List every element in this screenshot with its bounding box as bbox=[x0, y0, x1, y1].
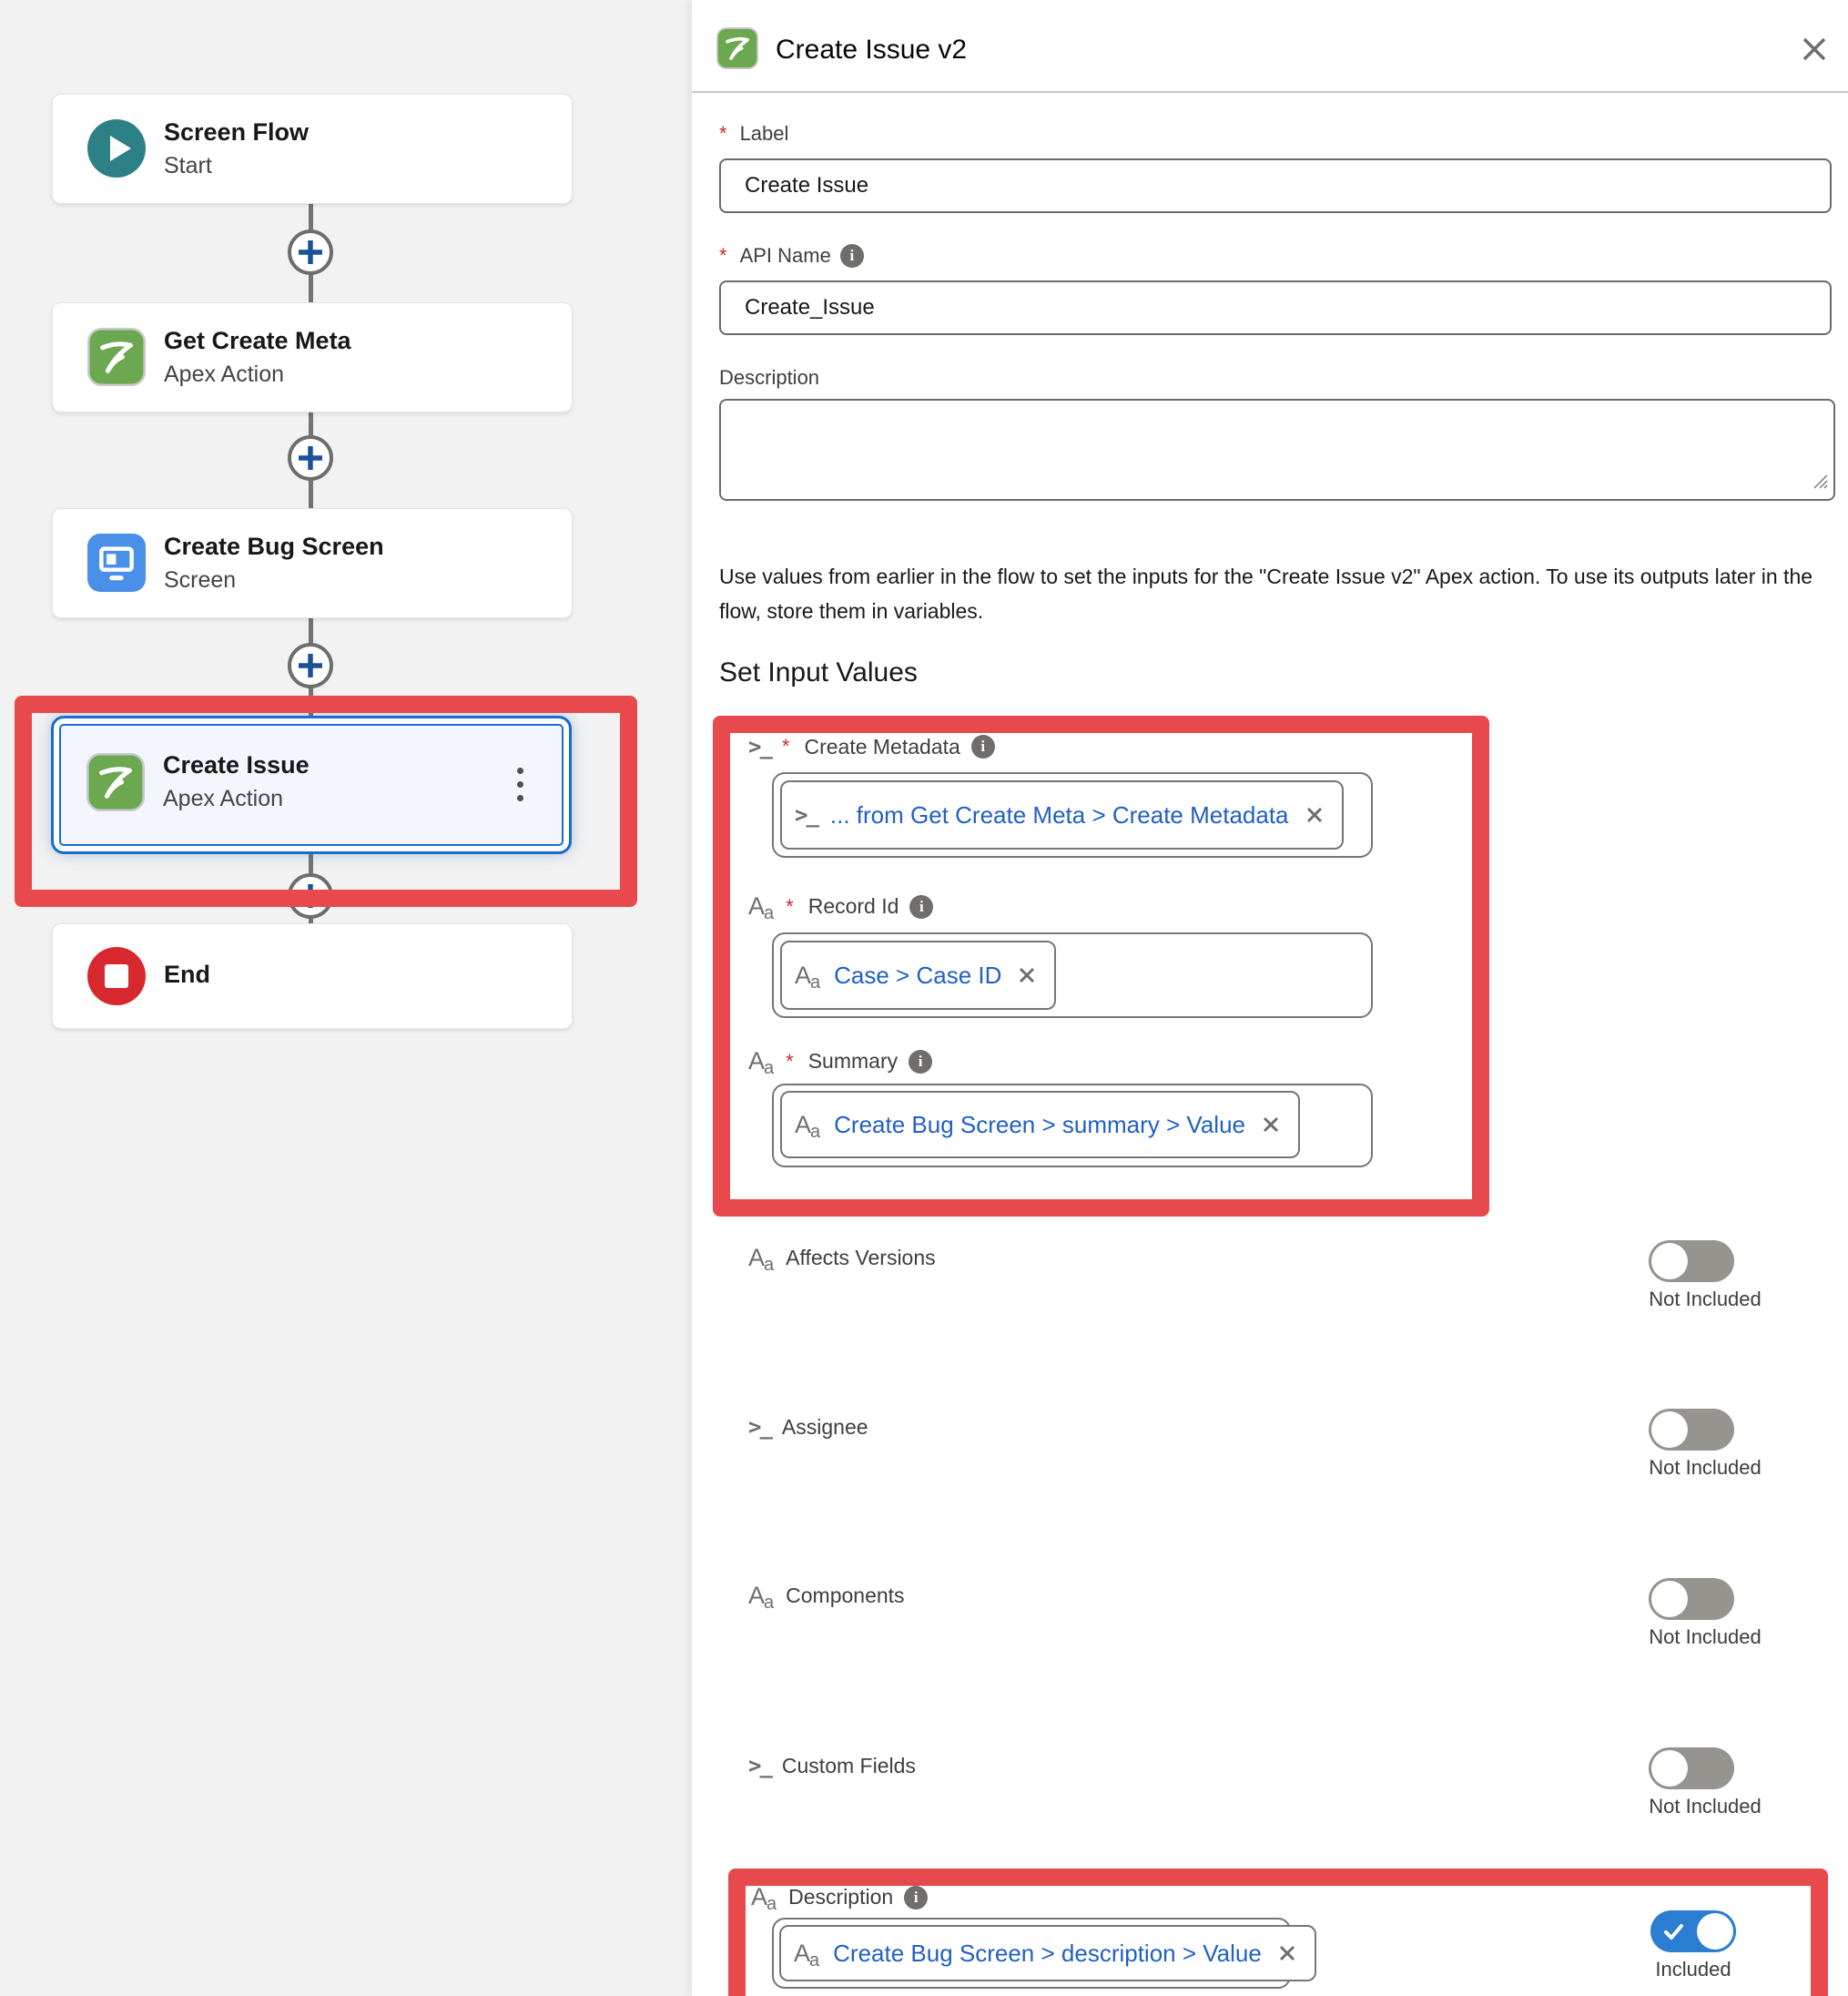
remove-value-icon[interactable] bbox=[1258, 1112, 1284, 1137]
resize-grip-icon[interactable] bbox=[1811, 472, 1829, 494]
node-title: Screen Flow bbox=[164, 118, 309, 147]
add-element-button-2[interactable] bbox=[287, 434, 334, 482]
text-type-icon: Aa bbox=[748, 1246, 775, 1270]
required-asterisk: * bbox=[786, 1050, 794, 1074]
flow-node-create-issue-selected[interactable]: Create Issue Apex Action bbox=[51, 716, 572, 854]
description-textarea[interactable] bbox=[719, 399, 1835, 501]
info-icon[interactable]: i bbox=[909, 895, 933, 919]
panel-title: Create Issue v2 bbox=[776, 35, 967, 66]
input-row-label-create-metadata: >_ * Create Metadata i bbox=[748, 734, 995, 759]
text-type-icon: Aa bbox=[795, 1113, 821, 1137]
info-icon[interactable]: i bbox=[904, 1886, 928, 1909]
node-title: Get Create Meta bbox=[164, 327, 351, 355]
kebab-icon bbox=[517, 768, 523, 774]
toggle-state-label: Not Included bbox=[1628, 1795, 1782, 1818]
remove-value-icon[interactable] bbox=[1274, 1940, 1300, 1966]
node-title: Create Bug Screen bbox=[164, 533, 384, 561]
required-asterisk: * bbox=[719, 244, 727, 268]
required-asterisk: * bbox=[719, 122, 727, 146]
close-icon[interactable] bbox=[1795, 31, 1833, 69]
node-subtitle: Start bbox=[164, 153, 212, 179]
add-element-button-3[interactable] bbox=[287, 642, 334, 689]
input-row-label-custom-fields: >_ Custom Fields bbox=[748, 1753, 916, 1778]
text-type-icon: Aa bbox=[795, 963, 821, 988]
plus-icon bbox=[287, 872, 334, 920]
add-element-button-1[interactable] bbox=[287, 229, 334, 276]
toggle-state-label: Included bbox=[1616, 1958, 1771, 1981]
add-element-button-4[interactable] bbox=[287, 872, 334, 920]
resource-pill-create-metadata[interactable]: >_ ... from Get Create Meta > Create Met… bbox=[780, 780, 1344, 850]
toggle-state-label: Not Included bbox=[1628, 1625, 1782, 1649]
flow-node-start[interactable]: Screen Flow Start bbox=[52, 94, 573, 204]
help-text: Use values from earlier in the flow to s… bbox=[719, 559, 1837, 628]
resource-pill-record-id[interactable]: Aa Case > Case ID bbox=[780, 941, 1056, 1010]
node-title: End bbox=[164, 961, 210, 989]
label-input[interactable] bbox=[719, 158, 1832, 213]
toggle-description[interactable] bbox=[1650, 1910, 1736, 1952]
apex-type-icon: >_ bbox=[748, 1414, 771, 1440]
toggle-affects-versions[interactable] bbox=[1649, 1240, 1734, 1282]
screen-icon bbox=[87, 534, 146, 592]
input-row-label-record-id: Aa * Record Id i bbox=[748, 894, 933, 919]
resource-pill-description[interactable]: Aa Create Bug Screen > description > Val… bbox=[779, 1925, 1316, 1981]
text-type-icon: Aa bbox=[748, 1049, 775, 1074]
input-row-label-components: Aa Components bbox=[748, 1584, 905, 1608]
apex-type-icon: >_ bbox=[748, 1753, 771, 1778]
flow-canvas: Screen Flow Start Get Create Meta Apex A… bbox=[0, 0, 692, 1996]
resource-pill-summary[interactable]: Aa Create Bug Screen > summary > Value bbox=[780, 1091, 1300, 1158]
node-subtitle: Screen bbox=[164, 567, 236, 594]
node-subtitle: Apex Action bbox=[163, 786, 283, 812]
zephyr-icon bbox=[86, 753, 145, 811]
plus-icon bbox=[287, 642, 334, 689]
description-field-label: Description bbox=[719, 366, 819, 390]
input-row-label-affects-versions: Aa Affects Versions bbox=[748, 1246, 936, 1270]
node-title: Create Issue bbox=[163, 751, 310, 779]
input-row-label-description: Aa Description i bbox=[751, 1885, 928, 1909]
toggle-state-label: Not Included bbox=[1628, 1288, 1782, 1311]
flow-node-create-bug-screen[interactable]: Create Bug Screen Screen bbox=[52, 508, 573, 618]
zephyr-icon bbox=[716, 27, 758, 74]
flow-builder: Screen Flow Start Get Create Meta Apex A… bbox=[0, 0, 1848, 1996]
node-subtitle: Apex Action bbox=[164, 362, 284, 388]
toggle-assignee[interactable] bbox=[1649, 1409, 1734, 1451]
config-panel: Create Issue v2 * Label * API Name i Des… bbox=[692, 0, 1848, 1996]
apex-type-icon: >_ bbox=[795, 802, 817, 828]
info-icon[interactable]: i bbox=[971, 735, 995, 759]
section-heading: Set Input Values bbox=[719, 657, 918, 688]
header-divider bbox=[692, 91, 1848, 93]
info-icon[interactable]: i bbox=[909, 1050, 932, 1074]
info-icon[interactable]: i bbox=[840, 244, 864, 268]
toggle-custom-fields[interactable] bbox=[1649, 1747, 1734, 1789]
node-menu-button[interactable] bbox=[513, 764, 527, 805]
input-row-label-assignee: >_ Assignee bbox=[748, 1414, 868, 1440]
toggle-components[interactable] bbox=[1649, 1578, 1734, 1620]
text-type-icon: Aa bbox=[794, 1941, 820, 1966]
remove-value-icon[interactable] bbox=[1014, 962, 1040, 988]
flow-node-get-create-meta[interactable]: Get Create Meta Apex Action bbox=[52, 302, 573, 412]
remove-value-icon[interactable] bbox=[1302, 802, 1327, 828]
required-asterisk: * bbox=[786, 895, 794, 919]
play-icon bbox=[87, 119, 146, 178]
api-name-field-label: * API Name i bbox=[719, 244, 864, 268]
zephyr-icon bbox=[87, 328, 146, 386]
flow-node-end[interactable]: End bbox=[52, 923, 573, 1029]
input-row-label-summary: Aa * Summary i bbox=[748, 1049, 932, 1074]
check-icon bbox=[1662, 1920, 1686, 1944]
text-type-icon: Aa bbox=[748, 1584, 775, 1608]
plus-icon bbox=[287, 229, 334, 276]
text-type-icon: Aa bbox=[751, 1885, 777, 1909]
toggle-state-label: Not Included bbox=[1628, 1456, 1782, 1480]
end-icon bbox=[87, 947, 146, 1005]
required-asterisk: * bbox=[782, 735, 790, 759]
apex-type-icon: >_ bbox=[748, 734, 771, 759]
plus-icon bbox=[287, 434, 334, 482]
label-field-label: * Label bbox=[719, 122, 788, 146]
text-type-icon: Aa bbox=[748, 894, 775, 919]
api-name-input[interactable] bbox=[719, 280, 1832, 335]
